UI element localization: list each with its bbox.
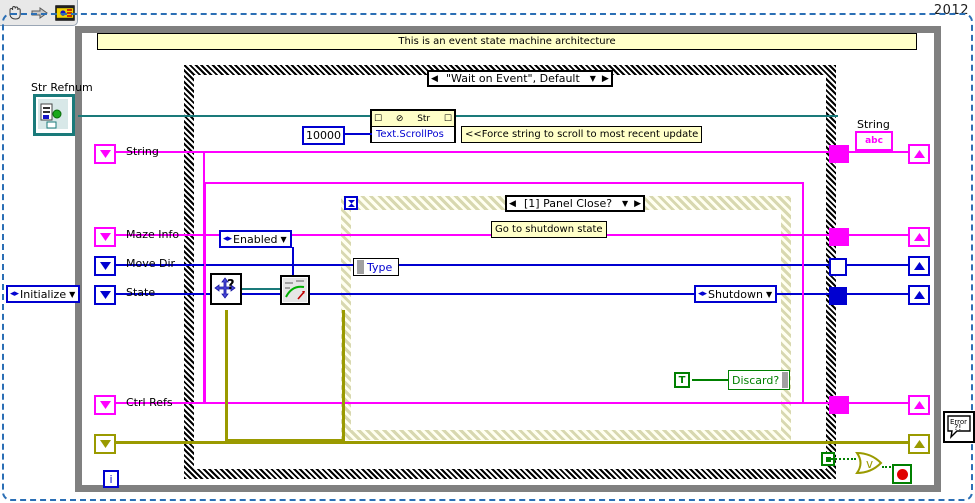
svg-text:?: ? xyxy=(227,278,235,293)
shift-register-state-right[interactable] xyxy=(908,285,930,305)
property-node[interactable]: ☐ ⊘ Str ☐ Text.ScrollPos xyxy=(370,109,456,143)
ctrl-refs-label: Ctrl Refs xyxy=(126,396,173,409)
move-dir-label: Move Dir xyxy=(126,257,176,270)
shutdown-comment: Go to shutdown state xyxy=(491,221,607,238)
shift-register-string-right[interactable] xyxy=(908,144,930,164)
shutdown-enum-constant[interactable]: ◂▸ Shutdown ▼ xyxy=(694,285,778,303)
enabled-enum-label: Enabled xyxy=(233,232,278,246)
enum-updown-icon-shutdown[interactable]: ◂▸ xyxy=(698,289,707,299)
shift-register-string-left[interactable] xyxy=(94,144,116,164)
tunnel-state[interactable] xyxy=(829,287,847,305)
enum-updown-icon[interactable]: ◂▸ xyxy=(10,289,19,299)
true-constant-label: T xyxy=(678,374,686,386)
initialize-enum-label: Initialize xyxy=(20,287,67,301)
scroll-comment: <<Force string to scroll to most recent … xyxy=(461,126,703,143)
stop-indicator[interactable] xyxy=(892,464,912,484)
true-constant[interactable]: T xyxy=(674,372,690,388)
shutdown-enum-label: Shutdown xyxy=(708,287,763,301)
or-gate[interactable]: v xyxy=(855,451,883,475)
string-indicator[interactable]: abc xyxy=(855,131,893,151)
wire-refnum-to-property xyxy=(290,115,370,117)
string-indicator-label: String xyxy=(857,118,890,131)
state-label: State xyxy=(126,286,156,299)
enabled-enum-constant[interactable]: ◂▸ Enabled ▼ xyxy=(219,230,292,248)
shift-register-state-left[interactable] xyxy=(94,285,116,305)
shift-register-move-dir-left[interactable] xyxy=(94,256,116,276)
discard-node-handle xyxy=(782,372,788,388)
property-node-out-icon: ☐ xyxy=(443,113,452,124)
scroll-position-constant[interactable]: 10000 xyxy=(302,126,345,145)
wire-refnum xyxy=(78,115,838,117)
property-node-link-icon: ⊘ xyxy=(395,113,404,124)
string-indicator-glyph: abc xyxy=(865,136,883,146)
shift-register-error-left[interactable] xyxy=(94,434,116,454)
iteration-terminal[interactable]: i xyxy=(103,470,119,488)
str-refnum-terminal[interactable] xyxy=(33,94,75,136)
event-selector-next[interactable]: ▶ xyxy=(599,72,611,85)
tunnel-ctrl-refs[interactable] xyxy=(829,396,849,414)
event-selector-dropdown-icon[interactable]: ▼ xyxy=(586,72,600,85)
maze-info-label: Maze Info xyxy=(126,228,180,241)
event-data-node-type[interactable]: Type xyxy=(353,258,399,276)
discard-terminal-label: Discard? xyxy=(732,373,780,387)
navigation-subvi[interactable]: ? xyxy=(210,273,242,305)
shift-register-error-right[interactable] xyxy=(908,434,930,454)
svg-text:v: v xyxy=(866,457,873,471)
maze-draw-subvi[interactable] xyxy=(280,275,310,305)
banner-comment: This is an event state machine architect… xyxy=(97,33,917,50)
shutdown-dropdown-icon[interactable]: ▼ xyxy=(766,290,772,299)
enabled-dropdown-icon[interactable]: ▼ xyxy=(281,235,287,244)
string-sr-label: String xyxy=(126,145,159,158)
error-dialog-vi[interactable]: Error ?! xyxy=(943,411,975,443)
property-node-header: Str xyxy=(417,113,431,124)
wire-discard xyxy=(692,379,728,381)
shift-register-ctrl-refs-right[interactable] xyxy=(908,395,930,415)
iteration-terminal-label: i xyxy=(109,472,113,486)
event-selector-label: "Wait on Event", Default xyxy=(446,72,580,85)
str-refnum-label: Str Refnum xyxy=(31,81,93,94)
stop-circle-icon xyxy=(896,468,908,480)
wire-vi-link xyxy=(240,288,282,290)
wire-scroll-const xyxy=(344,133,372,135)
event-data-node-handle xyxy=(357,260,364,274)
tunnel-maze-info[interactable] xyxy=(829,228,849,246)
initialize-dropdown-icon[interactable]: ▼ xyxy=(69,290,75,299)
wire-string xyxy=(112,151,914,153)
event-selector-prev[interactable]: ◀ xyxy=(429,72,440,85)
type-terminal-label: Type xyxy=(367,260,393,274)
tunnel-move-dir[interactable] xyxy=(829,258,847,276)
shift-register-maze-info-left[interactable] xyxy=(94,227,116,247)
enum-updown-icon-enabled[interactable]: ◂▸ xyxy=(223,234,232,244)
event-case-selector[interactable]: ◀ "Wait on Event", Default ▼ ▶ xyxy=(427,70,613,87)
wire-stop xyxy=(882,466,894,468)
discard-terminal[interactable]: Discard? xyxy=(728,370,790,390)
wire-error-status xyxy=(828,458,856,460)
error-dialog-sub: ?! xyxy=(954,423,961,432)
shift-register-move-dir-right[interactable] xyxy=(908,256,930,276)
wire-error-subpath xyxy=(225,310,345,442)
initialize-enum-constant[interactable]: ◂▸ Initialize ▼ xyxy=(6,285,81,303)
shift-register-ctrl-refs-left[interactable] xyxy=(94,395,116,415)
tunnel-string[interactable] xyxy=(829,145,849,163)
shift-register-maze-info-right[interactable] xyxy=(908,227,930,247)
property-node-property[interactable]: Text.ScrollPos xyxy=(372,127,454,142)
property-node-in-icon: ☐ xyxy=(374,113,383,124)
